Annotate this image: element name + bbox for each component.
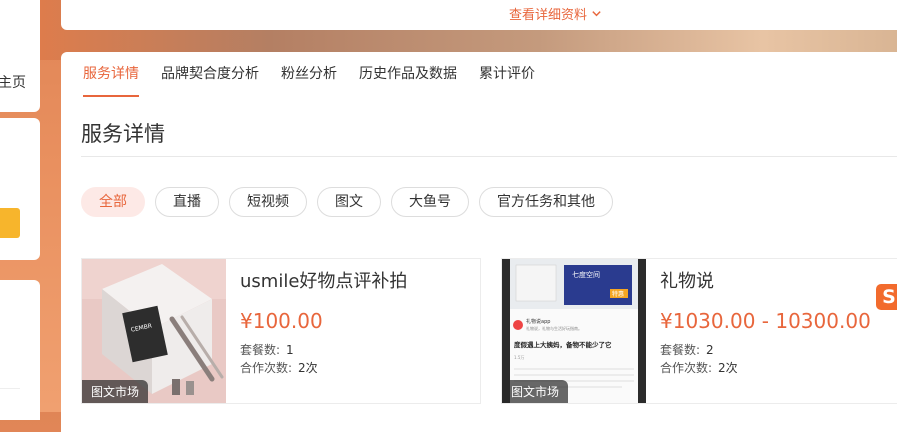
coop-label: 合作次数: <box>660 361 713 375</box>
left-info-card <box>0 118 40 260</box>
tab-brand-fit[interactable]: 品牌契合度分析 <box>161 52 259 96</box>
filter-all[interactable]: 全部 <box>81 187 145 217</box>
headline-text: 度假遇上大姨妈，备物不能少了它 <box>514 340 612 349</box>
service-thumbnail: CEMBR 图文市场 <box>82 259 226 403</box>
card-info: usmile好物点评补拍 ¥100.00 套餐数: 1 合作次数: 2次 <box>240 267 407 377</box>
profile-top-strip: 查看详细资料 <box>61 0 897 30</box>
filter-live[interactable]: 直播 <box>155 187 219 217</box>
service-price: ¥100.00 <box>240 309 323 333</box>
coop-count: 2次 <box>298 361 318 375</box>
tab-bar: 服务详情 品牌契合度分析 粉丝分析 历史作品及数据 累计评价 <box>83 52 535 97</box>
left-list-card <box>0 280 40 420</box>
chevron-down-icon <box>592 11 601 17</box>
package-label: 套餐数: <box>240 343 281 357</box>
category-tag: 图文市场 <box>82 380 149 403</box>
tab-history-works[interactable]: 历史作品及数据 <box>359 52 457 96</box>
package-label: 套餐数: <box>660 343 701 357</box>
product-brand-text: 七度空间 <box>572 270 600 279</box>
tab-fan-analysis[interactable]: 粉丝分析 <box>281 52 337 96</box>
filter-short-video[interactable]: 短视频 <box>229 187 307 217</box>
home-label[interactable]: 主页 <box>0 72 26 92</box>
coop-count: 2次 <box>718 361 738 375</box>
service-card[interactable]: 七度空间 特惠 礼物说app 礼物说，礼物与生活好玩指南。 度假遇上大姨妈，备物… <box>501 258 897 404</box>
package-count: 1 <box>286 343 294 357</box>
filter-official-other[interactable]: 官方任务和其他 <box>479 187 613 217</box>
card-info: 礼物说 ¥1030.00 - 10300.00 套餐数: 2 合作次数: 2次 <box>660 267 871 377</box>
filter-chips: 全部 直播 短视频 图文 大鱼号 官方任务和其他 <box>81 187 613 217</box>
card-meta: 套餐数: 2 合作次数: 2次 <box>660 341 871 377</box>
view-more-details-label: 查看详细资料 <box>509 8 588 23</box>
coop-label: 合作次数: <box>240 361 293 375</box>
filter-image-text[interactable]: 图文 <box>317 187 381 217</box>
tab-reviews[interactable]: 累计评价 <box>479 52 535 96</box>
reads-text: 1.5万 <box>514 355 524 360</box>
app-sub-text: 礼物说，礼物与生活好玩指南。 <box>526 325 582 331</box>
app-name-text: 礼物说app <box>526 318 550 325</box>
service-name: usmile好物点评补拍 <box>240 271 408 292</box>
card-meta: 套餐数: 1 合作次数: 2次 <box>240 341 407 377</box>
section-title: 服务详情 <box>81 122 165 146</box>
filter-dayu[interactable]: 大鱼号 <box>391 187 469 217</box>
sohu-logo-icon[interactable]: S <box>876 284 897 310</box>
tab-service-details[interactable]: 服务详情 <box>83 52 139 97</box>
service-price: ¥1030.00 - 10300.00 <box>660 309 871 333</box>
package-count: 2 <box>706 343 714 357</box>
view-more-details-link[interactable]: 查看详细资料 <box>509 4 602 23</box>
product-badge-text: 特惠 <box>612 290 624 298</box>
service-detail-panel: 服务详情 品牌契合度分析 粉丝分析 历史作品及数据 累计评价 服务详情 全部 直… <box>61 52 897 432</box>
category-tag: 图文市场 <box>502 380 569 403</box>
service-name: 礼物说 <box>660 271 714 292</box>
section-divider <box>81 156 897 157</box>
left-profile-card: 主页 <box>0 0 40 112</box>
left-divider <box>0 388 20 389</box>
service-thumbnail: 七度空间 特惠 礼物说app 礼物说，礼物与生活好玩指南。 度假遇上大姨妈，备物… <box>502 259 646 403</box>
left-action-button[interactable] <box>0 208 20 238</box>
service-card[interactable]: CEMBR 图文市场 usmile好物点评补拍 ¥100.00 套餐数: 1 合作… <box>81 258 481 404</box>
